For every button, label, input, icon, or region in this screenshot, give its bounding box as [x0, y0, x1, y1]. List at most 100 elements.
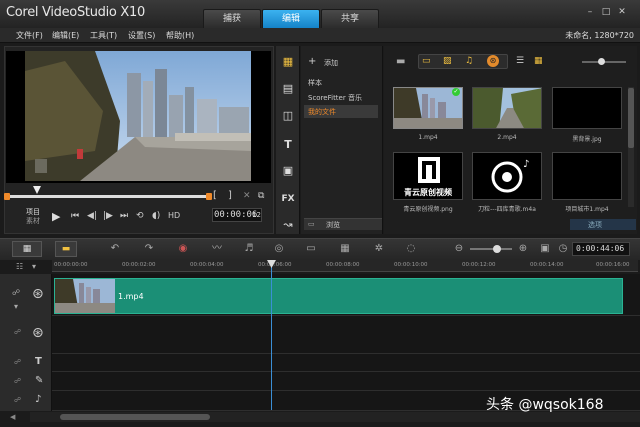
transition-icon[interactable]: ◫: [278, 108, 298, 124]
audio-mixer-icon[interactable]: 〰: [210, 243, 224, 255]
redo-icon[interactable]: ↷: [142, 243, 156, 255]
repeat-icon[interactable]: ⟲: [136, 211, 144, 221]
maximize-icon[interactable]: □: [600, 7, 612, 17]
mark-out-icon[interactable]: ]: [228, 190, 232, 201]
zoom-handle[interactable]: [493, 245, 501, 253]
time-remap-icon[interactable]: ✲: [372, 243, 386, 255]
voice-visible-icon[interactable]: ☍: [14, 377, 21, 385]
zoom-slider[interactable]: [470, 248, 512, 250]
ruler-tick: 00:00:12:00: [462, 262, 496, 268]
fit-project-icon[interactable]: ▣: [538, 243, 552, 255]
playhead[interactable]: [271, 260, 272, 410]
timecode: 00:00:06: [214, 210, 258, 220]
overlay-track-row[interactable]: [0, 316, 640, 354]
enlarge-icon[interactable]: ⧉: [258, 191, 264, 201]
path-icon[interactable]: ↝: [278, 217, 298, 233]
graphics-icon[interactable]: ▣: [278, 163, 298, 179]
zoom-in-icon[interactable]: ⊕: [516, 243, 530, 255]
fx-icon[interactable]: FX: [278, 191, 298, 207]
play-icon[interactable]: ▶: [52, 210, 60, 223]
title-icon[interactable]: T: [278, 137, 298, 153]
options-label[interactable]: 选项: [588, 220, 602, 230]
overlay-track-icon: ⊛: [32, 325, 44, 341]
tab-edit[interactable]: 编辑: [262, 9, 320, 28]
trim-out-marker[interactable]: [206, 193, 212, 200]
add-folder-icon[interactable]: +: [308, 56, 316, 67]
tab-share[interactable]: 共享: [321, 9, 379, 28]
go-end-icon[interactable]: ⏭: [120, 211, 128, 221]
motion-track-icon[interactable]: ◎: [272, 243, 286, 255]
ruler-tick: 00:00:06:00: [258, 262, 292, 268]
music-track-icon: ♪: [35, 394, 42, 405]
undo-icon[interactable]: ↶: [108, 243, 122, 255]
track-visible-icon[interactable]: ☍: [12, 288, 20, 297]
menu-help[interactable]: 帮助(H): [166, 30, 194, 41]
timeline-scroll-thumb[interactable]: [60, 414, 210, 420]
folder-item-scorefitter[interactable]: ScoreFitter 音乐: [308, 93, 362, 103]
folder-item-samples[interactable]: 样本: [308, 78, 322, 88]
thumb-6[interactable]: [552, 152, 622, 200]
mark-in-icon[interactable]: [: [213, 190, 217, 201]
thumb-2[interactable]: [472, 87, 542, 129]
menu-edit[interactable]: 编辑(E): [52, 30, 79, 41]
auto-music-icon[interactable]: ♬: [242, 243, 256, 255]
thumb-5[interactable]: ♪: [472, 152, 542, 200]
track-manager-icon[interactable]: ☷: [16, 262, 23, 271]
close-icon[interactable]: ✕: [616, 7, 628, 17]
filter-photo-icon[interactable]: ▨: [443, 56, 452, 66]
menu-settings[interactable]: 设置(S): [128, 30, 155, 41]
menu-tools[interactable]: 工具(T): [90, 30, 117, 41]
chapter-icon[interactable]: ▾: [32, 262, 36, 271]
folder-item-my-files[interactable]: 我的文件: [308, 107, 336, 117]
instant-project-icon[interactable]: ▤: [278, 81, 298, 97]
thumb-size-handle[interactable]: [598, 58, 605, 65]
timeline-view-icon[interactable]: ▬: [55, 241, 77, 257]
ruler-tick: 00:00:08:00: [326, 262, 360, 268]
record-icon[interactable]: ◉: [176, 243, 190, 255]
browse-icon[interactable]: ▭: [308, 220, 315, 228]
prev-frame-icon[interactable]: ◀|: [87, 211, 97, 221]
app-logo: Corel VideoStudio X10: [6, 5, 145, 20]
browse-label[interactable]: 浏览: [326, 220, 340, 230]
thumb-3[interactable]: [552, 87, 622, 129]
multi-camera-icon[interactable]: ▦: [338, 243, 352, 255]
library-scroll-thumb[interactable]: [628, 88, 634, 148]
list-view-icon[interactable]: ☰: [516, 56, 524, 66]
hd-toggle[interactable]: HD: [168, 211, 180, 220]
sort-icon[interactable]: ⊛: [487, 55, 499, 67]
filter-audio-icon[interactable]: ♫: [465, 56, 473, 66]
video-track-icon: ⊛: [32, 286, 44, 302]
thumb-2-label: 2.mp4: [497, 134, 517, 141]
scrub-progress: [10, 195, 206, 198]
mask-icon[interactable]: ◌: [404, 243, 418, 255]
voice-track-row[interactable]: [0, 372, 640, 391]
minimize-icon[interactable]: –: [584, 7, 596, 17]
title-track-row[interactable]: [0, 354, 640, 372]
title-track-icon: T: [35, 356, 42, 367]
title-visible-icon[interactable]: ☍: [14, 358, 21, 366]
overlay-visible-icon[interactable]: ☍: [14, 328, 21, 336]
menu-file[interactable]: 文件(F): [16, 30, 43, 41]
folder-icon[interactable]: ▬: [396, 56, 405, 67]
grid-view-icon[interactable]: ▦: [534, 56, 543, 66]
clip-thumbnail: [55, 279, 115, 313]
volume-icon[interactable]: ◖): [152, 211, 160, 221]
trim-in-marker[interactable]: [4, 193, 10, 200]
ruler-tick: 00:00:02:00: [122, 262, 156, 268]
timecode-frames: 12: [252, 211, 261, 219]
mode-clip[interactable]: 素材: [26, 216, 40, 226]
filter-video-icon[interactable]: ▭: [422, 56, 431, 66]
scroll-left-icon[interactable]: ◀: [10, 413, 15, 421]
cut-icon[interactable]: ✕: [243, 191, 251, 201]
music-track-header: [0, 391, 52, 411]
storyboard-view-icon[interactable]: ▦: [12, 241, 42, 257]
music-visible-icon[interactable]: ☍: [14, 396, 21, 404]
add-folder-label[interactable]: 添加: [324, 58, 338, 68]
media-icon[interactable]: ▦: [278, 54, 298, 70]
go-start-icon[interactable]: ⏮: [71, 211, 79, 221]
tab-capture[interactable]: 捕获: [203, 9, 261, 28]
track-expand-icon[interactable]: ▾: [14, 302, 18, 311]
zoom-out-icon[interactable]: ⊖: [452, 243, 466, 255]
next-frame-icon[interactable]: |▶: [103, 211, 113, 221]
subtitle-editor-icon[interactable]: ▭: [304, 243, 318, 255]
